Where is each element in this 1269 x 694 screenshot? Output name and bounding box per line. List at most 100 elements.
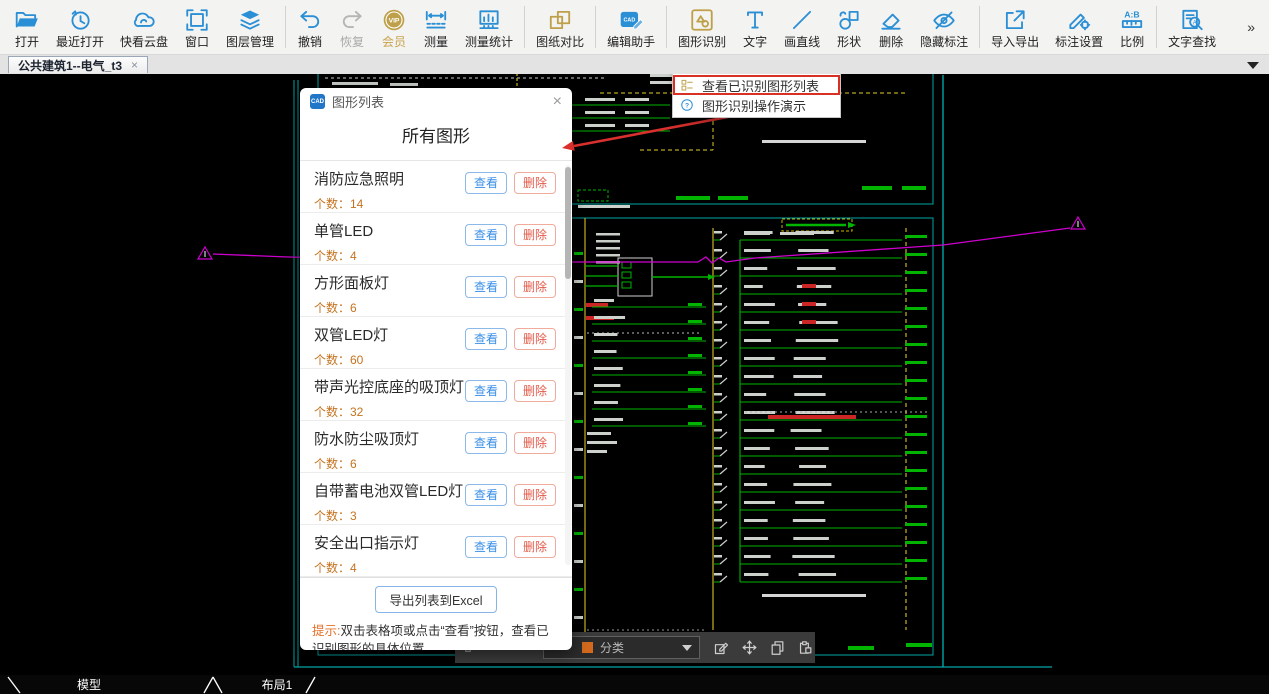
view-button[interactable]: 查看 (464, 484, 507, 507)
menu-list-icon (680, 78, 694, 92)
toolbar-separator (524, 6, 526, 48)
scrollbar[interactable] (565, 165, 571, 565)
cad-canvas[interactable] (0, 74, 1269, 675)
delete-button[interactable]: 删除 (513, 224, 556, 247)
toolbar-button-label: 打开 (14, 35, 39, 49)
toolbar-button-annotation-settings[interactable]: 标注设置 (1047, 4, 1111, 50)
toolbar-button-recent-clock[interactable]: 最近打开 (48, 4, 112, 50)
tab-close-icon[interactable]: × (131, 58, 138, 72)
toolbar-button-open-folder[interactable]: 打开 (6, 4, 48, 50)
toolbar-button-scale[interactable]: A:B 比例 (1111, 4, 1153, 50)
scrollbar-thumb[interactable] (565, 167, 571, 279)
view-button[interactable]: 查看 (464, 432, 507, 455)
export-to-excel-button[interactable]: 导出列表到Excel (375, 586, 497, 613)
shapes-icon (836, 6, 862, 33)
shape-recognition-icon (689, 6, 715, 33)
toolbar-button-label: 文字查找 (1168, 35, 1217, 49)
toolbar-button-line[interactable]: 画直线 (776, 4, 828, 50)
toolbar-button-window[interactable]: 窗口 (176, 4, 218, 50)
toolbar-button-label: 文字 (743, 35, 768, 49)
view-button[interactable]: 查看 (464, 380, 507, 403)
svg-text:CAD: CAD (624, 17, 636, 23)
toolbar-button-eraser[interactable]: 删除 (870, 4, 912, 50)
view-button[interactable]: 查看 (464, 224, 507, 247)
delete-button[interactable]: 删除 (513, 536, 556, 559)
toolbar-button-eye-off[interactable]: 隐藏标注 (912, 4, 976, 50)
delete-button[interactable]: 删除 (513, 172, 556, 195)
scale-icon: A:B (1119, 6, 1145, 33)
dialog-close-icon[interactable]: × (553, 93, 562, 110)
toolbar-button-shapes[interactable]: 形状 (828, 4, 870, 50)
hint-prefix: 提示: (312, 624, 341, 638)
move-icon[interactable] (741, 639, 758, 656)
svg-text:A:B: A:B (1124, 9, 1139, 19)
shape-list-row[interactable]: 单管LED 个数：4 查看 删除 (300, 213, 572, 265)
toolbar-button-label: 比例 (1120, 35, 1145, 49)
statusbar-tab-layout1[interactable]: 布局1 (246, 675, 308, 694)
toolbar-button-label: 编辑助手 (607, 35, 656, 49)
toolbar-button-label: 导入导出 (991, 35, 1040, 49)
toolbar-button-redo[interactable]: 恢复 (331, 4, 373, 50)
shape-list-row[interactable]: 双管LED灯 个数：60 查看 删除 (300, 317, 572, 369)
tab-list-caret-icon[interactable] (1247, 62, 1259, 69)
toolbar-button-label: 画直线 (784, 35, 821, 49)
shape-list-row[interactable]: 安全出口指示灯 个数：4 查看 删除 (300, 525, 572, 577)
paste-icon[interactable] (797, 639, 814, 656)
delete-button[interactable]: 删除 (513, 276, 556, 299)
view-button[interactable]: 查看 (464, 536, 507, 559)
menu-item-label: 查看已识别图形列表 (702, 78, 820, 94)
shape-list-row[interactable]: 防水防尘吸顶灯 个数：6 查看 删除 (300, 421, 572, 473)
dialog-header: 所有图形 (300, 115, 572, 161)
toolbar-button-edit-assistant[interactable]: CAD 编辑助手 (599, 4, 663, 50)
statusbar-tab-dividers (7, 676, 316, 694)
edit-annotation-icon[interactable] (713, 639, 730, 656)
view-button[interactable]: 查看 (464, 276, 507, 299)
dialog-footer: 导出列表到Excel 提示:双击表格项或点击“查看”按钮，查看已识别图形的具体位… (300, 577, 572, 650)
menu-item-3[interactable]: ? 图形识别操作演示 (673, 95, 840, 115)
toolbar-separator (595, 6, 597, 48)
toolbar-button-text-search[interactable]: A 文字查找 (1160, 4, 1224, 50)
toolbar-button-label: 测量 (424, 35, 449, 49)
view-button[interactable]: 查看 (464, 328, 507, 351)
delete-button[interactable]: 删除 (513, 328, 556, 351)
delete-button[interactable]: 删除 (513, 484, 556, 507)
document-tabbar: 公共建筑1--电气_t3 × (0, 55, 1269, 74)
toolbar-button-label: 撤销 (298, 35, 323, 49)
svg-text:A: A (1193, 20, 1197, 26)
toolbar-button-measure-stats[interactable]: 测量统计 (457, 4, 521, 50)
row-buttons: 查看 删除 (464, 432, 556, 455)
delete-button[interactable]: 删除 (513, 432, 556, 455)
toolbar-button-shape-recognition[interactable]: 图形识别 (670, 4, 734, 50)
hint-body: 双击表格项或点击“查看”按钮，查看已识别图形的具体位置 (312, 624, 549, 650)
shape-list-row[interactable]: 方形面板灯 个数：6 查看 删除 (300, 265, 572, 317)
menu-item-label: 图形识别操作演示 (702, 98, 807, 114)
layers-icon (237, 6, 263, 33)
toolbar-button-text[interactable]: 文字 (734, 4, 776, 50)
toolbar-button-label: 测量统计 (465, 35, 514, 49)
toolbar-button-label: 窗口 (185, 35, 210, 49)
toolbar-button-vip[interactable]: VIP 会员 (373, 4, 415, 50)
copy-icon[interactable] (769, 639, 786, 656)
toolbar-button-label: 快看云盘 (120, 35, 169, 49)
toolbar-button-ruler[interactable]: 测量 (415, 4, 457, 50)
document-tab[interactable]: 公共建筑1--电气_t3 × (8, 56, 149, 73)
dialog-titlebar[interactable]: CAD 图形列表 × (300, 88, 572, 115)
shape-list-row[interactable]: 消防应急照明 个数：14 查看 删除 (300, 161, 572, 213)
row-buttons: 查看 删除 (464, 224, 556, 247)
menu-item-2[interactable]: 查看已识别图形列表 (673, 75, 840, 95)
toolbar-button-layers[interactable]: 图层管理 (218, 4, 282, 50)
shape-list-row[interactable]: 自带蓄电池双管LED灯 个数：3 查看 删除 (300, 473, 572, 525)
toolbar-overflow-indicator[interactable]: » (1247, 19, 1263, 35)
toolbar-button-import-export[interactable]: 导入导出 (983, 4, 1047, 50)
shape-count: 个数：60 (314, 353, 364, 367)
toolbar-button-undo[interactable]: 撤销 (289, 4, 331, 50)
statusbar-tab-model[interactable]: 模型 (60, 675, 118, 694)
view-button[interactable]: 查看 (464, 172, 507, 195)
toolbar-button-label: 隐藏标注 (920, 35, 969, 49)
shape-count: 个数：14 (314, 197, 364, 211)
shape-list-dialog: CAD 图形列表 × 所有图形 消防应急照明 个数：14 查看 删除 单管LED 个数：4… (300, 88, 572, 650)
toolbar-button-cloud[interactable]: 快看云盘 (112, 4, 176, 50)
shape-list-row[interactable]: 带声光控底座的吸顶灯 个数：32 查看 删除 (300, 369, 572, 421)
delete-button[interactable]: 删除 (513, 380, 556, 403)
toolbar-button-compare[interactable]: 图纸对比 (528, 4, 592, 50)
